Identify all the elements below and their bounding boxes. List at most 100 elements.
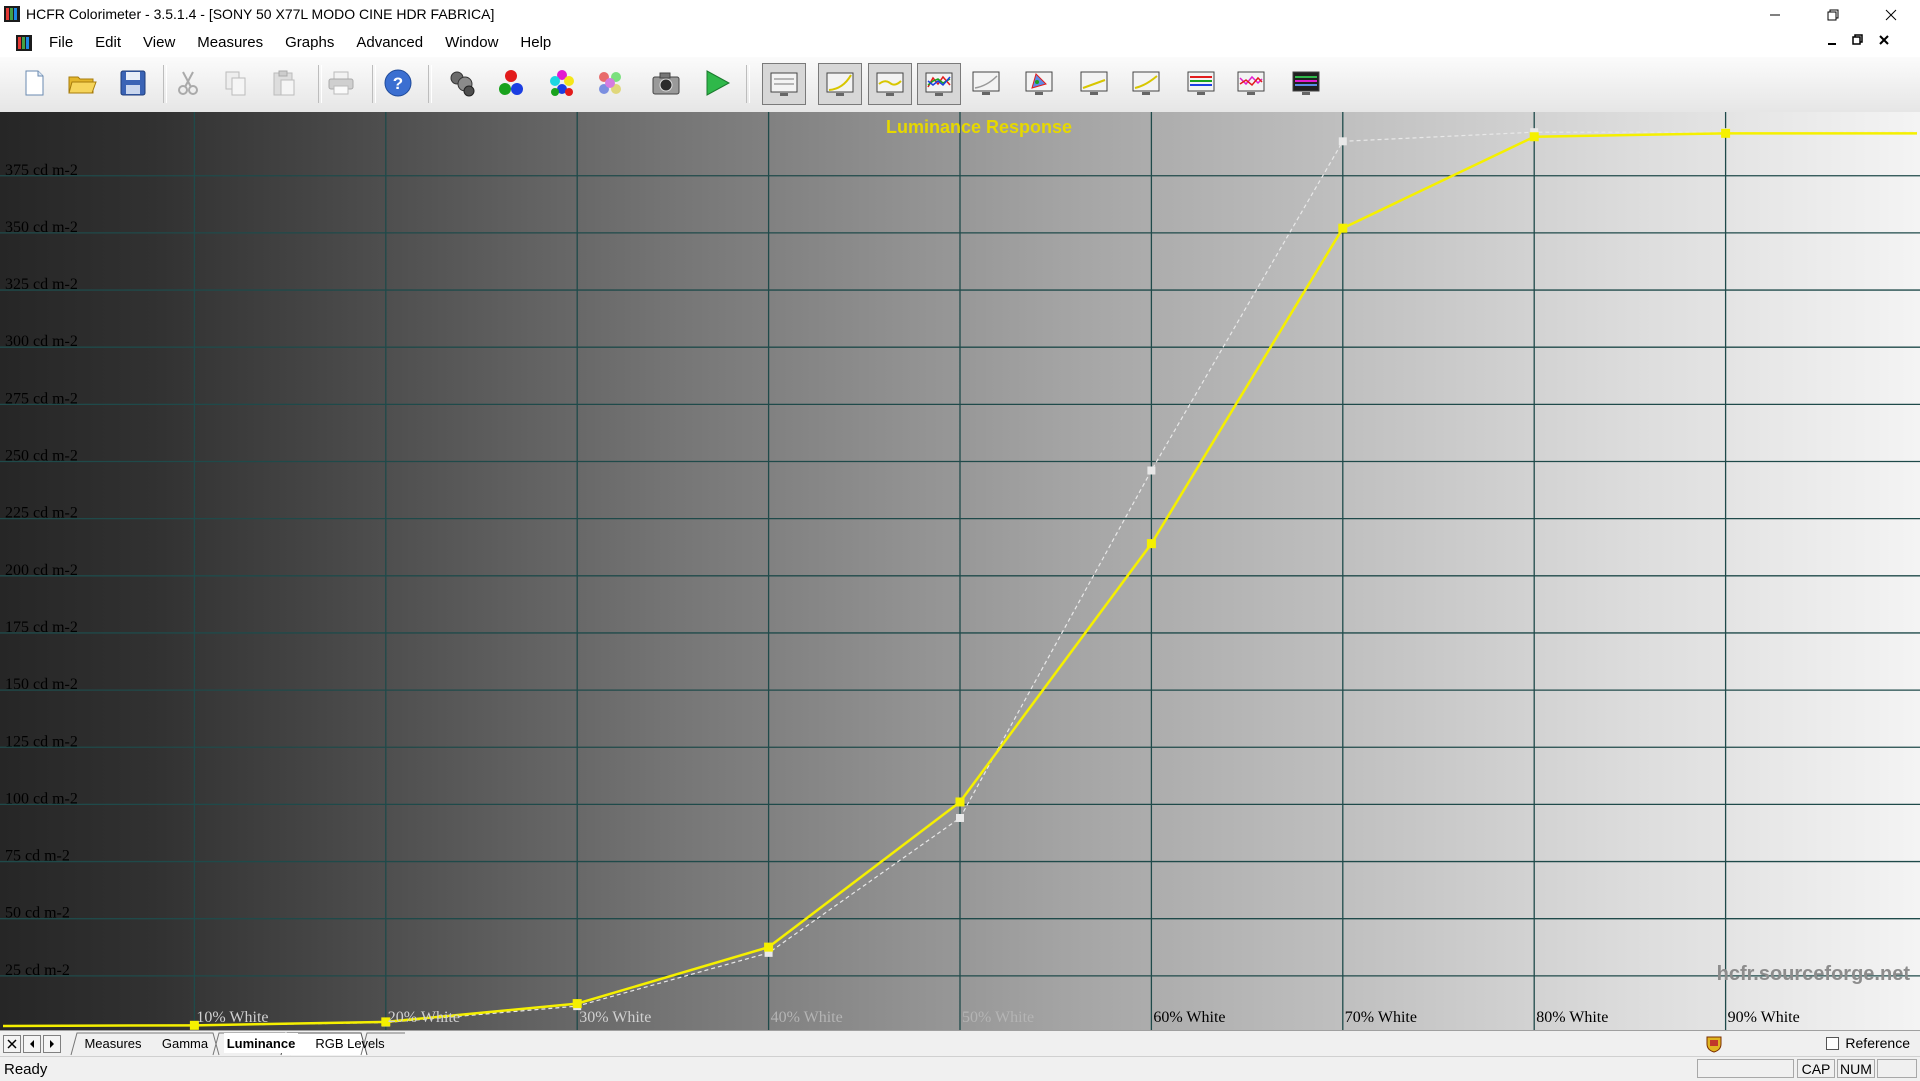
view-measures-button[interactable] bbox=[762, 63, 806, 105]
svg-text:?: ? bbox=[393, 74, 403, 93]
x-tick-label: 90% White bbox=[1728, 1009, 1800, 1026]
luminance-point bbox=[1721, 128, 1731, 138]
cut-button[interactable] bbox=[172, 67, 204, 99]
document-icon[interactable] bbox=[16, 35, 32, 51]
menu-graphs[interactable]: Graphs bbox=[274, 34, 345, 51]
y-tick-label: 225 cd m-2 bbox=[5, 505, 78, 522]
new-button[interactable] bbox=[18, 67, 50, 99]
menu-window[interactable]: Window bbox=[434, 34, 509, 51]
rgb-primaries-icon bbox=[499, 70, 523, 95]
restore-button[interactable] bbox=[1804, 0, 1862, 29]
x-tick-label: 30% White bbox=[579, 1009, 651, 1026]
reference-checkbox[interactable] bbox=[1826, 1036, 1840, 1050]
close-icon bbox=[7, 1039, 17, 1049]
view-gamma-button[interactable] bbox=[818, 63, 862, 105]
measure-probe-icon bbox=[450, 71, 475, 97]
print-button[interactable] bbox=[325, 67, 357, 99]
secondaries-button[interactable] bbox=[546, 67, 578, 99]
tab-scroll-left-button[interactable] bbox=[23, 1035, 41, 1053]
view-luminance-icon bbox=[876, 72, 904, 96]
view-luminance-button[interactable] bbox=[868, 63, 912, 105]
view-delta-e-button[interactable] bbox=[1078, 67, 1110, 99]
tab-rgb-levels[interactable]: RGB Levels bbox=[312, 1033, 388, 1053]
copy-icon bbox=[225, 71, 246, 96]
minimize-button[interactable] bbox=[1746, 0, 1804, 29]
luminance-point bbox=[1146, 539, 1156, 549]
num-lock-indicator: NUM bbox=[1837, 1059, 1875, 1078]
view-rgb-levels-icon bbox=[925, 72, 953, 96]
view-rgb-levels-button[interactable] bbox=[917, 63, 961, 105]
play-icon bbox=[706, 70, 731, 96]
close-button[interactable] bbox=[1862, 0, 1920, 29]
view-measures-icon bbox=[770, 72, 798, 96]
paste-button[interactable] bbox=[268, 67, 300, 99]
view-saturation-shift-icon bbox=[1187, 71, 1215, 95]
luminance-point bbox=[1338, 223, 1348, 233]
luminance-point bbox=[955, 797, 965, 807]
tab-measures[interactable]: Measures bbox=[83, 1033, 143, 1053]
tab-scroll-right-button[interactable] bbox=[43, 1035, 61, 1053]
y-tick-label: 50 cd m-2 bbox=[5, 905, 70, 922]
chevron-left-icon bbox=[30, 1040, 34, 1048]
view-color-temp-button[interactable] bbox=[970, 67, 1002, 99]
secondaries-icon bbox=[550, 70, 574, 96]
close-tab-button[interactable] bbox=[3, 1035, 21, 1053]
menu-edit[interactable]: Edit bbox=[84, 34, 132, 51]
y-tick-label: 325 cd m-2 bbox=[5, 276, 78, 293]
view-delta-e2-button[interactable] bbox=[1130, 67, 1162, 99]
menu-advanced[interactable]: Advanced bbox=[345, 34, 434, 51]
status-bar: Ready CAP NUM bbox=[0, 1056, 1920, 1081]
menu-help[interactable]: Help bbox=[509, 34, 562, 51]
mdi-close-icon[interactable] bbox=[1878, 33, 1890, 47]
view-saturation-shift-button[interactable] bbox=[1185, 67, 1217, 99]
menu-measures[interactable]: Measures bbox=[186, 34, 274, 51]
view-near-black-icon bbox=[1237, 71, 1265, 95]
x-tick-label: 80% White bbox=[1536, 1009, 1608, 1026]
copy-button[interactable] bbox=[220, 67, 252, 99]
y-tick-label: 200 cd m-2 bbox=[5, 562, 78, 579]
print-icon bbox=[328, 71, 354, 95]
measure-probe-button[interactable] bbox=[446, 67, 478, 99]
toolbar: ? bbox=[0, 57, 1920, 113]
menu-file[interactable]: File bbox=[38, 34, 84, 51]
save-icon bbox=[120, 70, 146, 96]
x-tick-label: 70% White bbox=[1345, 1009, 1417, 1026]
view-near-white-icon bbox=[1292, 71, 1320, 95]
view-cie-button[interactable] bbox=[1023, 67, 1055, 99]
open-folder-icon bbox=[68, 76, 97, 94]
play-button[interactable] bbox=[701, 67, 733, 99]
help-button[interactable]: ? bbox=[382, 67, 414, 99]
camera-button[interactable] bbox=[650, 67, 682, 99]
x-tick-label: 60% White bbox=[1153, 1009, 1225, 1026]
rgb-primaries-button[interactable] bbox=[495, 67, 527, 99]
save-button[interactable] bbox=[117, 67, 149, 99]
y-tick-label: 375 cd m-2 bbox=[5, 162, 78, 179]
watermark: hcfr.sourceforge.net bbox=[1717, 963, 1911, 985]
chart-title: Luminance Response bbox=[886, 117, 1072, 137]
tab-gamma[interactable]: Gamma bbox=[157, 1033, 213, 1053]
x-tick-label: 50% White bbox=[962, 1009, 1034, 1026]
mdi-restore-icon[interactable] bbox=[1852, 33, 1864, 47]
status-pane-empty bbox=[1697, 1059, 1794, 1078]
status-text: Ready bbox=[4, 1061, 48, 1078]
view-near-white-button[interactable] bbox=[1290, 67, 1322, 99]
new-file-icon bbox=[25, 70, 44, 96]
mdi-minimize-icon[interactable] bbox=[1826, 33, 1838, 47]
open-button[interactable] bbox=[66, 67, 98, 99]
view-color-temp-icon bbox=[972, 71, 1000, 95]
y-tick-label: 150 cd m-2 bbox=[5, 676, 78, 693]
shield-icon[interactable] bbox=[1705, 1035, 1723, 1053]
status-pane-scroll bbox=[1877, 1059, 1917, 1078]
y-tick-label: 25 cd m-2 bbox=[5, 962, 70, 979]
app-icon bbox=[4, 6, 20, 22]
y-tick-label: 350 cd m-2 bbox=[5, 219, 78, 236]
close-icon bbox=[1885, 9, 1897, 20]
tab-luminance[interactable]: Luminance bbox=[224, 1033, 298, 1053]
tab-bar: Measures Gamma Luminance RGB Levels Refe… bbox=[0, 1030, 1920, 1057]
view-cie-icon bbox=[1025, 71, 1053, 95]
camera-icon bbox=[652, 72, 680, 95]
saturation-button[interactable] bbox=[594, 67, 626, 99]
view-near-black-button[interactable] bbox=[1235, 67, 1267, 99]
menu-view[interactable]: View bbox=[132, 34, 186, 51]
minimize-icon bbox=[1770, 14, 1780, 15]
